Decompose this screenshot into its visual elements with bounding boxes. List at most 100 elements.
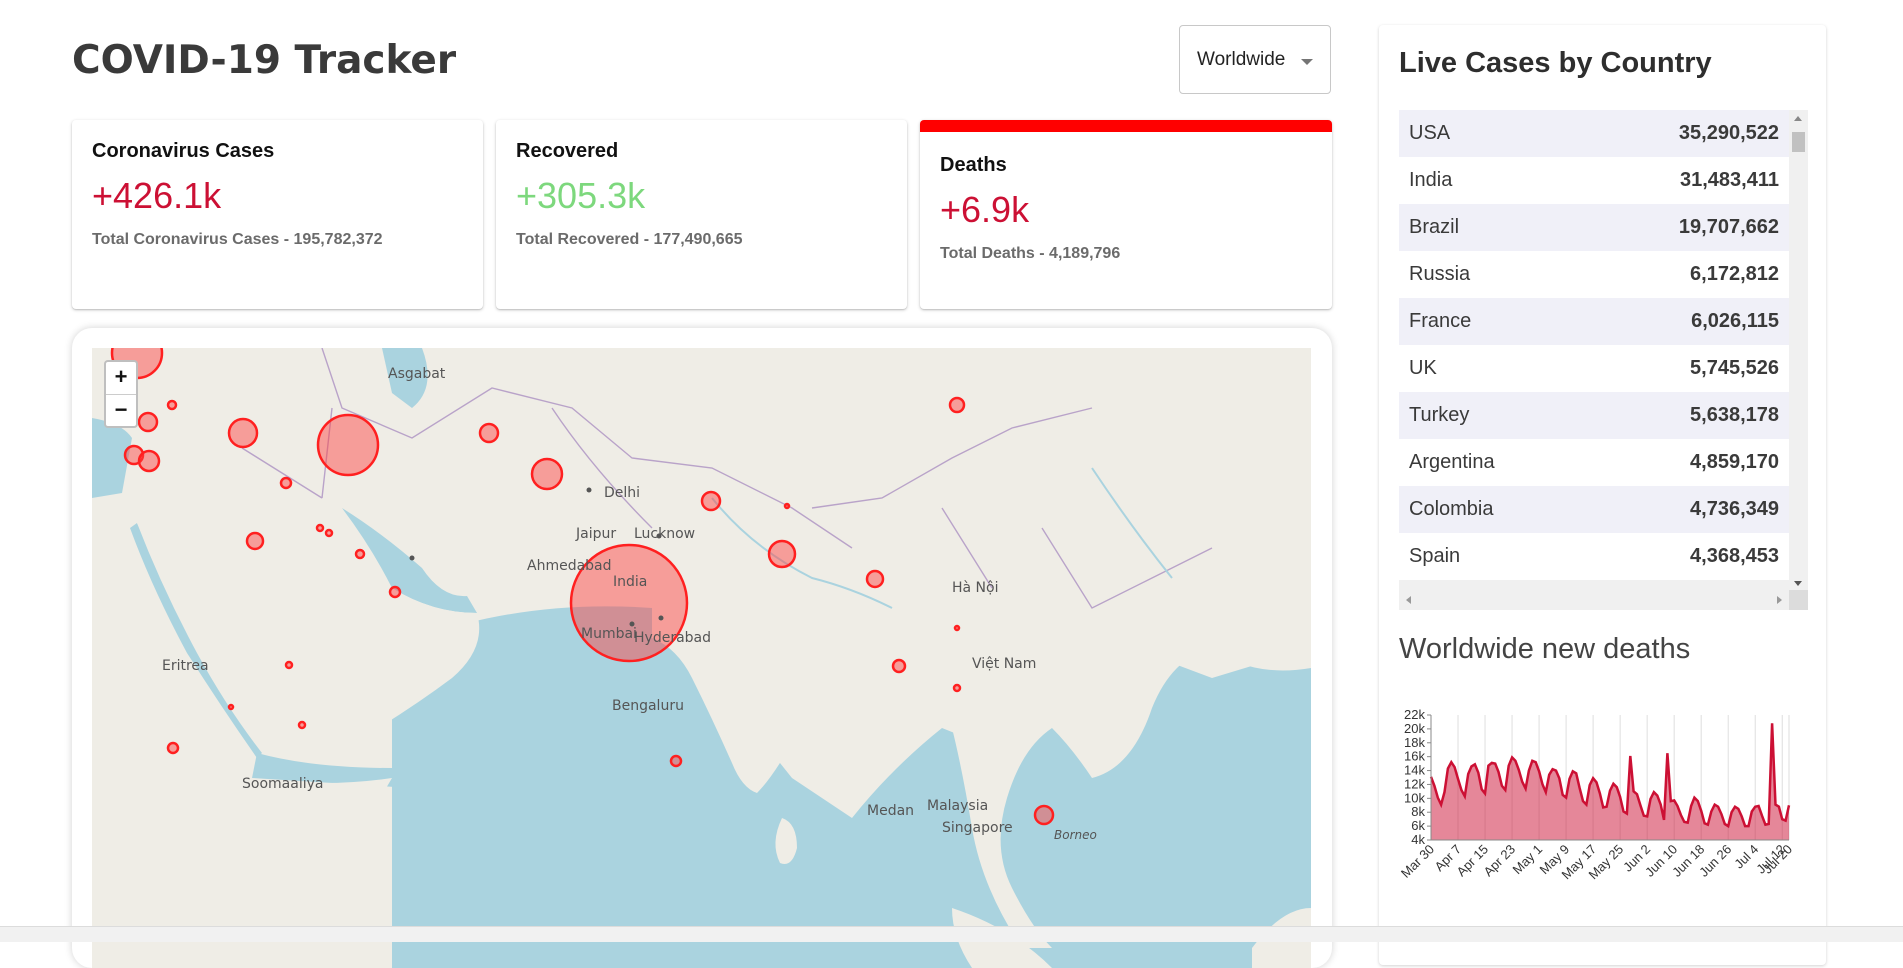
circle-iran [316,413,380,477]
map-label-india: India [613,574,648,590]
y-tick-label: 8k [1411,804,1425,819]
table-row: USA 35,290,522 [1399,110,1789,157]
infobox-recovered-total: Total Recovered - 177,490,665 [516,231,743,248]
infobox-cases-title: Coronavirus Cases [92,140,275,162]
circle-oman [388,585,402,599]
zoom-out-button[interactable]: − [106,394,136,426]
table-row: Turkey 5,638,178 [1399,392,1789,439]
right-panel: Live Cases by Country USA 35,290,522 India… [1379,25,1826,965]
map-label-hyderabad: Hyderabad [634,630,711,646]
country-cases: 4,736,349 [1690,498,1779,520]
circle-bangladesh [767,539,797,569]
infobox-cases-total: Total Coronavirus Cases - 195,782,372 [92,231,383,248]
chart-title: Worldwide new deaths [1399,633,1691,665]
map-label-mumbai: Mumbai [581,626,637,642]
infobox-cases-value: +426.1k [92,175,222,216]
map-label-vietnam: Việt Nam [972,656,1037,672]
table-row: Brazil 19,707,662 [1399,204,1789,251]
map-label-asgabat: Asgabat [388,366,446,382]
page-horizontal-scrollbar[interactable] [0,926,1903,942]
table-vertical-scrollbar[interactable] [1789,110,1808,590]
circle-saudi [245,531,265,551]
scroll-up-icon[interactable] [1794,116,1802,121]
circle-bahrain [315,523,325,533]
y-tick-label: 16k [1404,749,1425,764]
map-card: India Mumbai Hyderabad Bengaluru Delhi J… [72,328,1332,968]
table-row: Argentina 4,859,170 [1399,439,1789,486]
scroll-right-icon[interactable] [1777,596,1782,604]
circle-indonesia [1033,804,1055,826]
world-map[interactable]: India Mumbai Hyderabad Bengaluru Delhi J… [92,348,1311,968]
map-label-somalia: Soomaaliya [242,776,324,792]
country-cases: 19,707,662 [1678,216,1779,238]
country-select[interactable]: Worldwide [1179,25,1331,94]
x-tick-label: Mar 30 [1398,842,1437,881]
circle-syria [166,399,178,411]
circle-nepal [700,490,722,512]
table-row: India 31,483,411 [1399,157,1789,204]
circle-laos [953,624,961,632]
infobox-recovered[interactable]: Recovered +305.3k Total Recovered - 177,… [496,120,907,309]
live-cases-table-container[interactable]: USA 35,290,522 India 31,483,411 Brazil 19,707… [1399,110,1808,610]
scroll-thumb[interactable] [1792,132,1805,152]
map-label-eritrea: Eritrea [162,658,209,674]
circle-djibouti [227,703,235,711]
country-name: Colombia [1409,498,1494,520]
circle-bhutan [783,502,791,510]
map-label-medan: Medan [867,803,915,819]
map-label-jaipur: Jaipur [576,526,617,542]
infobox-recovered-title: Recovered [516,140,619,162]
infobox-deaths[interactable]: Deaths +6.9k Total Deaths - 4,189,796 [920,120,1332,309]
country-name: Spain [1409,545,1461,567]
map-label-singapore: Singapore [942,820,1013,836]
circle-yemen [284,660,294,670]
infobox-deaths-value: +6.9k [940,189,1030,230]
map-label-lucknow: Lucknow [634,526,696,542]
page-title: COVID-19 Tracker [72,38,457,83]
circle-somalia [297,720,307,730]
y-tick-label: 20k [1404,721,1425,736]
circle-qatar [324,528,334,538]
infobox-cases[interactable]: Coronavirus Cases +426.1k Total Coronavi… [72,120,483,309]
live-cases-table: USA 35,290,522 India 31,483,411 Brazil 19,707… [1399,110,1789,580]
country-select-value: Worldwide [1197,48,1286,70]
country-name: India [1409,169,1453,191]
y-tick-label: 10k [1404,790,1425,805]
circle-ethiopia [166,741,180,755]
scroll-left-icon[interactable] [1406,596,1411,604]
country-name: France [1409,310,1472,332]
circle-china [948,396,966,414]
map-label-borneo: Borneo [1054,828,1097,842]
circle-myanmar [865,569,885,589]
country-cases: 4,859,170 [1690,451,1779,473]
map-label-hanoi: Hà Nội [952,580,999,596]
country-name: Russia [1409,263,1471,285]
circle-srilanka [669,754,683,768]
country-cases: 6,026,115 [1691,310,1779,332]
infobox-deaths-total: Total Deaths - 4,189,796 [940,245,1121,262]
country-name: Turkey [1409,404,1470,426]
country-name: USA [1409,122,1451,144]
country-cases: 4,368,453 [1690,545,1779,567]
table-row: UK 5,745,526 [1399,345,1789,392]
table-horizontal-scrollbar[interactable] [1399,590,1789,610]
country-name: Brazil [1409,216,1460,238]
scrollbar-corner [1789,590,1808,610]
circle-iraq [227,417,259,449]
y-tick-label: 12k [1404,776,1425,791]
country-name: Argentina [1409,451,1495,473]
y-tick-label: 22k [1404,707,1425,722]
scroll-down-icon[interactable] [1794,581,1802,586]
table-row: Russia 6,172,812 [1399,251,1789,298]
circle-pakistan [530,457,564,491]
circle-vietnam [952,683,962,693]
y-tick-label: 6k [1411,818,1425,833]
y-tick-label: 18k [1404,735,1425,750]
infobox-recovered-value: +305.3k [516,175,646,216]
map-label-delhi: Delhi [604,485,641,501]
caret-down-icon [1301,59,1313,65]
circle-uae [354,548,366,560]
country-cases: 6,172,812 [1690,263,1779,285]
zoom-in-button[interactable]: + [106,362,136,394]
circle-thailand [891,658,907,674]
